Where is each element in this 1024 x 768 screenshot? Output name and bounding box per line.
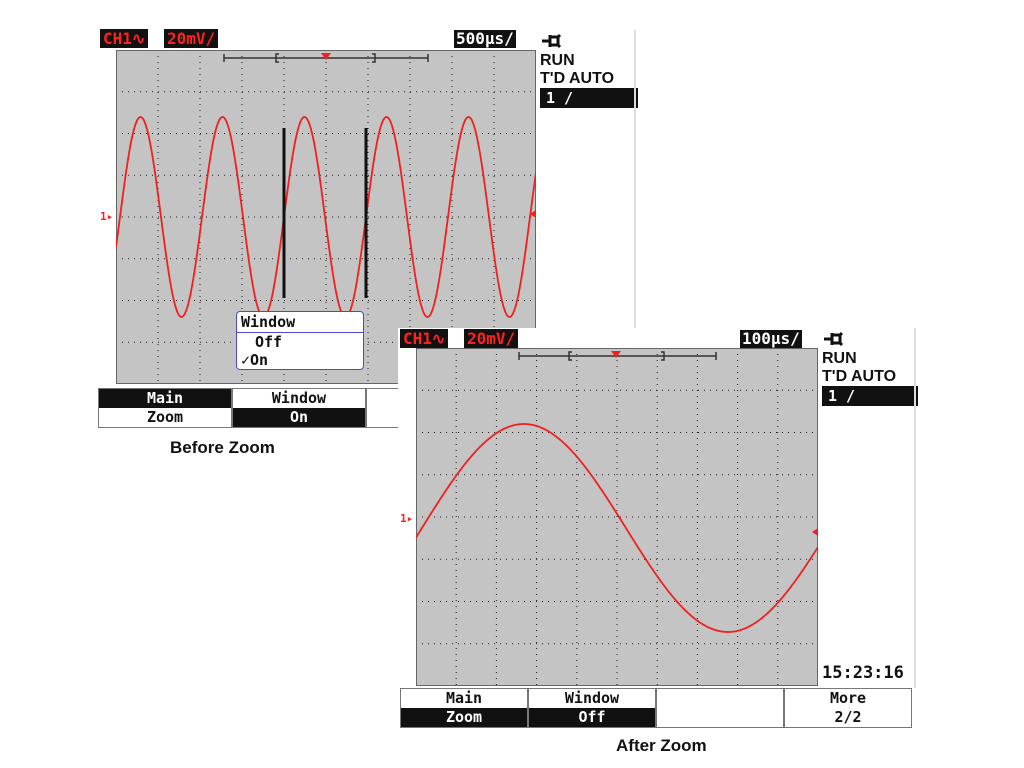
softkey-label-main: Main [401,689,527,708]
waveform-svg [416,348,818,686]
channel-ground-marker: 1▸ [100,210,114,223]
scale-label: 20mV/ [463,329,519,348]
channel-header: CH1∿ 20mV/ [100,29,219,48]
softkey-empty-bottom [657,708,783,727]
softkey-label-on: On [233,408,365,427]
softkey-bar: Main Zoom Window Off More 2/2 [400,688,912,728]
clock: 15:23:16 [822,663,904,683]
softkey-window[interactable]: Window On [232,388,366,428]
trigger-source[interactable]: 1 / [540,88,638,108]
run-status: RUN [540,52,575,69]
trigger-level-marker [812,528,818,536]
softkey-label-page: 2/2 [834,708,862,726]
window-popup[interactable]: Window Off ✓On [236,311,364,370]
trigger-marker-icon [611,351,621,358]
softkey-label-zoom: Zoom [401,708,527,727]
channel-label: CH1∿ [400,329,449,348]
softkey-label-window: Window [529,689,655,708]
softkey-label-zoom: Zoom [99,408,231,427]
softkey-bar: Main Zoom Window On [98,388,400,428]
status-panel: RUN T'D AUTO 1 / [822,330,918,406]
softkey-main-zoom[interactable]: Main Zoom [400,688,528,728]
softkey-label-more: More [829,689,867,707]
softkey-empty[interactable] [366,388,400,428]
scope-after-zoom: CH1∿ 20mV/ 100µs/ 1▸ RUN T'D AUTO 1 / 15… [398,328,918,764]
plug-icon [540,32,638,52]
waveform-display [416,348,818,686]
popup-title: Window [237,312,363,333]
caption-after-zoom: After Zoom [616,736,707,755]
softkey-window[interactable]: Window Off [528,688,656,728]
softkey-more[interactable]: More 2/2 [784,688,912,728]
channel-ground-marker: 1▸ [400,512,414,525]
softkey-label-window: Window [233,389,365,408]
status-panel: RUN T'D AUTO 1 / [540,32,638,108]
trigger-marker-icon [321,53,331,60]
run-status: RUN [822,350,857,367]
trigger-source[interactable]: 1 / [822,386,918,406]
timebase-label: 100µs/ [740,329,802,348]
trigger-mode: T'D AUTO [540,70,615,87]
softkey-main-zoom[interactable]: Main Zoom [98,388,232,428]
softkey-empty[interactable] [656,688,784,728]
channel-label: CH1∿ [100,29,149,48]
softkey-empty-top [657,689,783,708]
popup-option-off[interactable]: Off [237,333,363,351]
timebase-label: 500µs/ [454,29,516,48]
panel-divider [914,328,916,688]
panel-divider [634,30,636,330]
caption-before-zoom: Before Zoom [170,438,275,457]
trigger-mode: T'D AUTO [822,368,897,385]
scale-label: 20mV/ [163,29,219,48]
softkey-label-main: Main [99,389,231,408]
channel-header: CH1∿ 20mV/ [400,329,519,348]
popup-option-on[interactable]: ✓On [237,351,363,369]
softkey-label-off: Off [529,708,655,727]
plug-icon [822,330,918,350]
